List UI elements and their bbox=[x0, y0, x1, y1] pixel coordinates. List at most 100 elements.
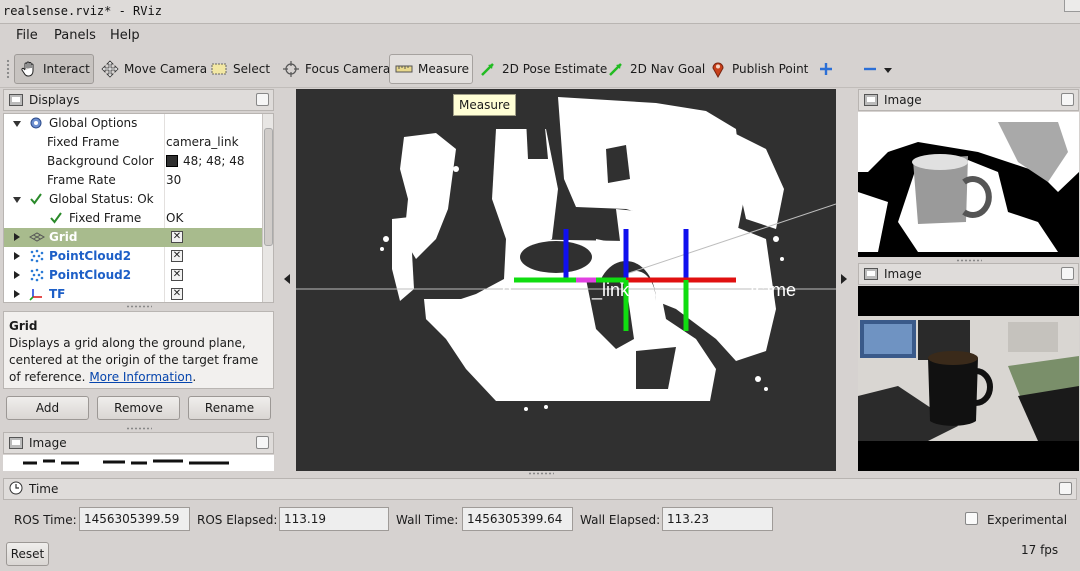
tree-row-global-options[interactable]: Global Options bbox=[4, 114, 262, 133]
select-button[interactable]: Select bbox=[205, 54, 275, 84]
background-color-value[interactable]: 48; 48; 48 bbox=[166, 154, 245, 168]
pose-estimate-button[interactable]: 2D Pose Estimate bbox=[474, 54, 612, 84]
time-panel-title: Time bbox=[29, 482, 59, 496]
window-corner[interactable] bbox=[1064, 0, 1080, 12]
menu-panels[interactable]: Panels bbox=[54, 28, 96, 43]
interact-button[interactable]: Interact bbox=[14, 54, 94, 84]
collapse-left-arrow-icon[interactable] bbox=[284, 274, 290, 284]
expand-arrow-icon[interactable] bbox=[13, 121, 21, 127]
pointcloud-icon bbox=[29, 249, 45, 266]
add-button[interactable]: Add bbox=[6, 396, 89, 420]
ruler-icon bbox=[395, 60, 413, 78]
ros-elapsed-field[interactable]: 113.19 bbox=[279, 507, 389, 531]
monitor-icon bbox=[9, 94, 23, 106]
minus-icon bbox=[861, 60, 879, 78]
image-icon bbox=[864, 94, 878, 106]
image-icon bbox=[864, 268, 878, 280]
image-panel-left-view bbox=[3, 455, 274, 471]
window-title: realsense.rviz* - RViz bbox=[3, 4, 162, 18]
green-arrow-icon bbox=[479, 60, 497, 78]
tree-row-global-status[interactable]: Global Status: Ok bbox=[4, 190, 262, 209]
remove-button[interactable]: Remove bbox=[97, 396, 180, 420]
panel-float-button[interactable] bbox=[256, 93, 269, 106]
displays-panel-title: Displays bbox=[29, 93, 80, 107]
nav-goal-button[interactable]: 2D Nav Goal bbox=[602, 54, 710, 84]
tree-label: Global Options bbox=[49, 116, 138, 130]
image-icon bbox=[9, 437, 23, 449]
panel-float-button[interactable] bbox=[1061, 93, 1074, 106]
image-panel-title: Image bbox=[884, 93, 922, 107]
expand-arrow-icon[interactable] bbox=[14, 290, 20, 298]
splitter-handle[interactable] bbox=[126, 305, 152, 308]
expand-arrow-icon[interactable] bbox=[14, 271, 20, 279]
magenta-arrow-icon bbox=[607, 60, 625, 78]
toolbar-grip[interactable] bbox=[6, 59, 10, 79]
wall-elapsed-label: Wall Elapsed: bbox=[580, 513, 661, 527]
tree-scrollbar[interactable] bbox=[262, 114, 273, 302]
measure-label: Measure bbox=[418, 62, 469, 76]
expand-arrow-icon[interactable] bbox=[13, 197, 21, 203]
tree-row-frame-rate[interactable]: Frame Rate 30 bbox=[4, 171, 262, 190]
rename-button[interactable]: Rename bbox=[188, 396, 271, 420]
collapse-right-arrow-icon[interactable] bbox=[841, 274, 847, 284]
grid-enable-checkbox[interactable]: ✕ bbox=[171, 231, 183, 243]
pose-estimate-label: 2D Pose Estimate bbox=[502, 62, 608, 76]
experimental-checkbox[interactable] bbox=[965, 512, 978, 525]
gear-icon bbox=[29, 116, 43, 130]
description-end: . bbox=[192, 370, 197, 384]
pointcloud-enable-checkbox[interactable]: ✕ bbox=[171, 250, 183, 262]
tree-row-pointcloud2-a[interactable]: PointCloud2 ✕ bbox=[4, 247, 262, 266]
splitter-handle[interactable] bbox=[126, 427, 152, 430]
wall-elapsed-field[interactable]: 113.23 bbox=[662, 507, 773, 531]
panel-float-button[interactable] bbox=[256, 436, 269, 449]
tree-row-pointcloud2-b[interactable]: PointCloud2 ✕ bbox=[4, 266, 262, 285]
plus-icon bbox=[817, 60, 835, 78]
tree-row-status-fixed-frame[interactable]: Fixed Frame OK bbox=[4, 209, 262, 228]
status-value: OK bbox=[166, 211, 184, 225]
add-tool-button[interactable] bbox=[812, 54, 840, 84]
ros-elapsed-label: ROS Elapsed: bbox=[197, 513, 278, 527]
move-camera-button[interactable]: Move Camera bbox=[96, 54, 212, 84]
more-information-link[interactable]: More Information bbox=[89, 370, 192, 384]
color-image-view bbox=[858, 286, 1079, 471]
tree-label: Grid bbox=[49, 230, 78, 244]
frame-rate-value[interactable]: 30 bbox=[166, 173, 181, 187]
menu-file[interactable]: File bbox=[16, 28, 38, 43]
ros-time-field[interactable]: 1456305399.59 bbox=[79, 507, 190, 531]
panel-float-button[interactable] bbox=[1059, 482, 1072, 495]
reset-button[interactable]: Reset bbox=[6, 542, 49, 566]
remove-tool-button[interactable] bbox=[856, 54, 897, 84]
fixed-frame-value[interactable]: camera_link bbox=[166, 135, 239, 149]
panel-float-button[interactable] bbox=[1061, 267, 1074, 280]
publish-point-button[interactable]: Publish Point bbox=[704, 54, 813, 84]
tree-row-background-color[interactable]: Background Color 48; 48; 48 bbox=[4, 152, 262, 171]
dropdown-arrow-icon bbox=[884, 68, 892, 73]
tree-label: TF bbox=[49, 287, 66, 301]
experimental-label: Experimental bbox=[987, 513, 1068, 527]
ros-time-label: ROS Time: bbox=[14, 513, 77, 527]
publish-point-label: Publish Point bbox=[732, 62, 809, 76]
focus-camera-button[interactable]: Focus Camera bbox=[277, 54, 395, 84]
tree-row-grid[interactable]: Grid ✕ bbox=[4, 228, 262, 247]
scrollbar-thumb[interactable] bbox=[264, 128, 273, 246]
pointcloud-enable-checkbox[interactable]: ✕ bbox=[171, 269, 183, 281]
splitter-handle[interactable] bbox=[956, 259, 982, 262]
point-cloud-render: d _link _frame bbox=[296, 97, 836, 411]
focus-camera-label: Focus Camera bbox=[305, 62, 391, 76]
expand-arrow-icon[interactable] bbox=[14, 233, 20, 241]
grid-icon bbox=[28, 231, 46, 246]
tree-row-fixed-frame[interactable]: Fixed Frame camera_link bbox=[4, 133, 262, 152]
render-viewport[interactable]: d _link _frame bbox=[296, 89, 836, 471]
splitter-handle[interactable] bbox=[528, 472, 554, 475]
tree-label: Frame Rate bbox=[47, 173, 116, 187]
menu-help[interactable]: Help bbox=[110, 28, 140, 43]
expand-arrow-icon[interactable] bbox=[14, 252, 20, 260]
tf-enable-checkbox[interactable]: ✕ bbox=[171, 288, 183, 300]
wall-time-field[interactable]: 1456305399.64 bbox=[462, 507, 573, 531]
tree-row-tf[interactable]: TF ✕ bbox=[4, 285, 262, 302]
depth-image-view bbox=[858, 112, 1079, 257]
measure-button[interactable]: Measure bbox=[389, 54, 473, 84]
tree-label: PointCloud2 bbox=[49, 249, 132, 263]
hand-icon bbox=[20, 60, 38, 78]
tree-label: Fixed Frame bbox=[47, 135, 120, 149]
